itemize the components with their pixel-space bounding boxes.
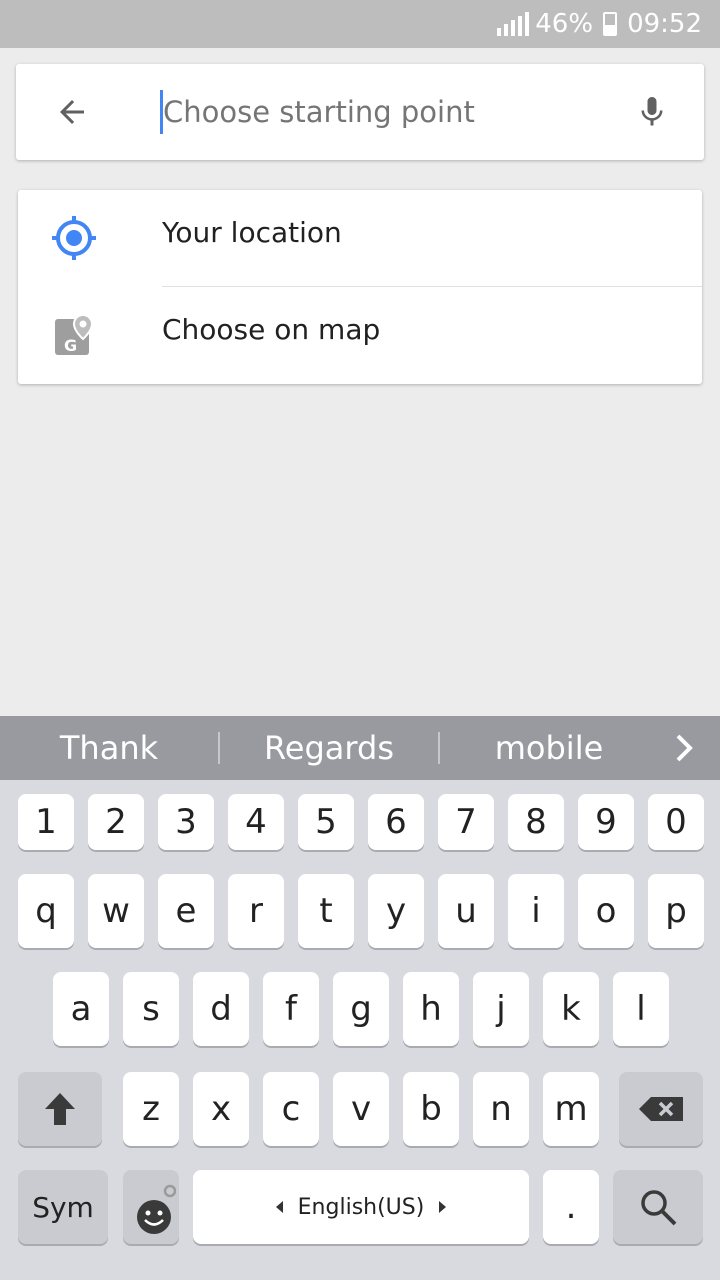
arrow-right-icon [439, 1201, 447, 1213]
key-v[interactable]: v [333, 1072, 389, 1146]
key-3[interactable]: 3 [158, 794, 214, 850]
key-r[interactable]: r [228, 874, 284, 948]
search-field[interactable] [160, 88, 620, 136]
key-2[interactable]: 2 [88, 794, 144, 850]
search-key[interactable] [613, 1170, 703, 1244]
key-s[interactable]: s [123, 972, 179, 1046]
battery-icon [603, 12, 618, 36]
keyboard-prediction-bar: Thank Regards mobile [0, 716, 720, 780]
key-6[interactable]: 6 [368, 794, 424, 850]
backspace-icon [639, 1097, 683, 1121]
key-i[interactable]: i [508, 874, 564, 948]
key-5[interactable]: 5 [298, 794, 354, 850]
suggestions-list: Your location G Choose on map [18, 190, 702, 384]
key-4[interactable]: 4 [228, 794, 284, 850]
key-y[interactable]: y [368, 874, 424, 948]
key-a[interactable]: a [53, 972, 109, 1046]
key-w[interactable]: w [88, 874, 144, 948]
status-bar: 46% 09:52 [0, 0, 720, 48]
key-c[interactable]: c [263, 1072, 319, 1146]
status-indicators: 46% 09:52 [497, 8, 702, 40]
emoji-key[interactable] [123, 1170, 179, 1244]
key-p[interactable]: p [648, 874, 704, 948]
arrow-left-icon [275, 1201, 283, 1213]
key-8[interactable]: 8 [508, 794, 564, 850]
battery-percent: 46% [535, 9, 594, 39]
key-e[interactable]: e [158, 874, 214, 948]
list-item-label: Your location [162, 216, 342, 249]
chevron-right-icon [676, 734, 693, 762]
period-key[interactable]: . [543, 1170, 599, 1244]
key-1[interactable]: 1 [18, 794, 74, 850]
key-b[interactable]: b [403, 1072, 459, 1146]
key-h[interactable]: h [403, 972, 459, 1046]
arrow-back-icon [60, 100, 84, 124]
list-item-label: Choose on map [162, 313, 381, 346]
shift-key[interactable] [18, 1072, 102, 1146]
map-pin-icon: G [50, 311, 98, 359]
keyboard-language-label: English(US) [297, 1194, 425, 1220]
key-k[interactable]: k [543, 972, 599, 1046]
on-screen-keyboard: 1 2 3 4 5 6 7 8 9 0 q w e r t y u i o p … [0, 780, 720, 1280]
my-location-icon [50, 214, 98, 262]
key-u[interactable]: u [438, 874, 494, 948]
list-item-choose-on-map[interactable]: G Choose on map [18, 287, 702, 383]
key-0[interactable]: 0 [648, 794, 704, 850]
key-t[interactable]: t [298, 874, 354, 948]
key-n[interactable]: n [473, 1072, 529, 1146]
search-card [16, 64, 704, 160]
signal-icon [497, 12, 530, 36]
backspace-key[interactable] [619, 1072, 703, 1146]
key-m[interactable]: m [543, 1072, 599, 1146]
key-x[interactable]: x [193, 1072, 249, 1146]
prediction-suggestion[interactable]: mobile [440, 716, 658, 780]
space-key[interactable]: English(US) [193, 1170, 529, 1244]
key-9[interactable]: 9 [578, 794, 634, 850]
key-l[interactable]: l [613, 972, 669, 1046]
key-g[interactable]: g [333, 972, 389, 1046]
key-7[interactable]: 7 [438, 794, 494, 850]
search-icon [641, 1190, 677, 1226]
emoji-icon [137, 1184, 176, 1234]
key-q[interactable]: q [18, 874, 74, 948]
key-o[interactable]: o [578, 874, 634, 948]
key-f[interactable]: f [263, 972, 319, 1046]
clock: 09:52 [627, 9, 702, 39]
shift-icon [45, 1093, 75, 1125]
back-button[interactable] [48, 88, 96, 136]
key-z[interactable]: z [123, 1072, 179, 1146]
list-item-your-location[interactable]: Your location [18, 190, 702, 286]
voice-search-button[interactable] [628, 88, 676, 136]
mic-icon [641, 97, 663, 126]
key-j[interactable]: j [473, 972, 529, 1046]
more-predictions-button[interactable] [664, 728, 704, 768]
prediction-suggestion[interactable]: Regards [220, 716, 438, 780]
prediction-suggestion[interactable]: Thank [0, 716, 218, 780]
starting-point-input[interactable] [163, 88, 603, 136]
svg-text:G: G [64, 336, 77, 355]
sym-key[interactable]: Sym [18, 1170, 108, 1244]
key-d[interactable]: d [193, 972, 249, 1046]
